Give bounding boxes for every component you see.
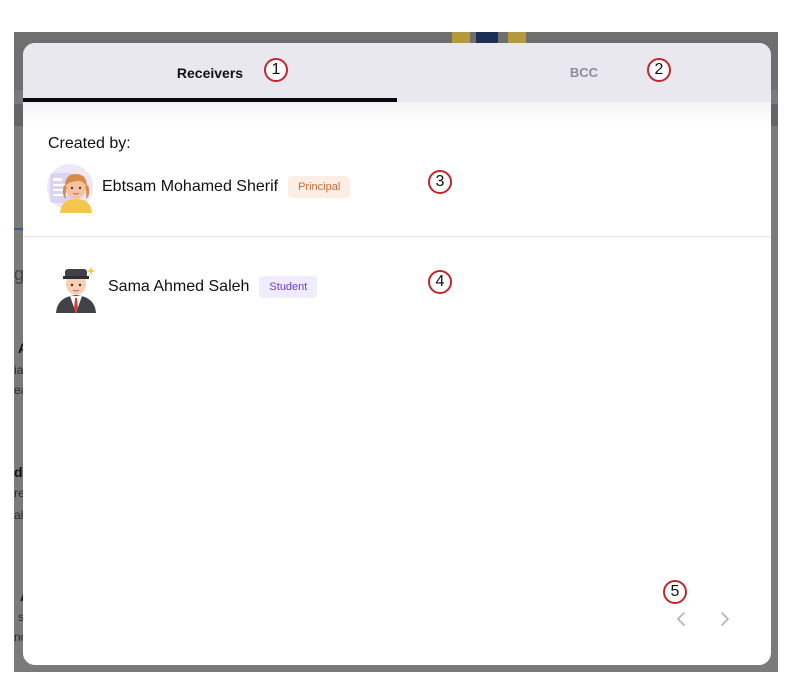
- annotation-marker: 1: [264, 58, 288, 82]
- background-text: al: [14, 508, 24, 522]
- student-role-badge: Student: [259, 276, 318, 298]
- annotation-marker: 2: [647, 58, 671, 82]
- section-divider: [23, 236, 771, 237]
- receiver-name: Sama Ahmed Saleh: [108, 278, 250, 295]
- creator-name: Ebtsam Mohamed Sherif: [102, 178, 279, 195]
- creator-row: Ebtsam Mohamed Sherif Principal: [46, 161, 351, 213]
- tab-receivers[interactable]: Receivers: [23, 43, 397, 102]
- created-by-heading: Created by:: [48, 135, 131, 152]
- pagination-next-button[interactable]: [713, 608, 735, 630]
- chevron-right-icon: [721, 612, 729, 626]
- tab-receivers-label: Receivers: [176, 64, 244, 81]
- annotation-marker: 4: [428, 270, 452, 294]
- receiver-row: Sama Ahmed Saleh Student: [54, 261, 318, 313]
- tab-bar-shadow: [23, 102, 771, 124]
- tab-bcc[interactable]: BCC: [397, 43, 771, 102]
- student-avatar-icon: [54, 261, 98, 313]
- annotation-marker: 3: [428, 170, 452, 194]
- principal-role-badge: Principal: [288, 176, 351, 198]
- background-text: ia: [14, 363, 24, 377]
- recipients-modal: Receivers BCC Created by: Ebtsam Mohamed…: [23, 43, 771, 665]
- principal-avatar-icon: [46, 161, 94, 213]
- annotation-marker: 5: [663, 580, 687, 604]
- tab-bcc-label: BCC: [569, 65, 599, 80]
- background-text: d: [14, 464, 23, 480]
- pagination-prev-button[interactable]: [671, 608, 693, 630]
- chevron-left-icon: [677, 612, 685, 626]
